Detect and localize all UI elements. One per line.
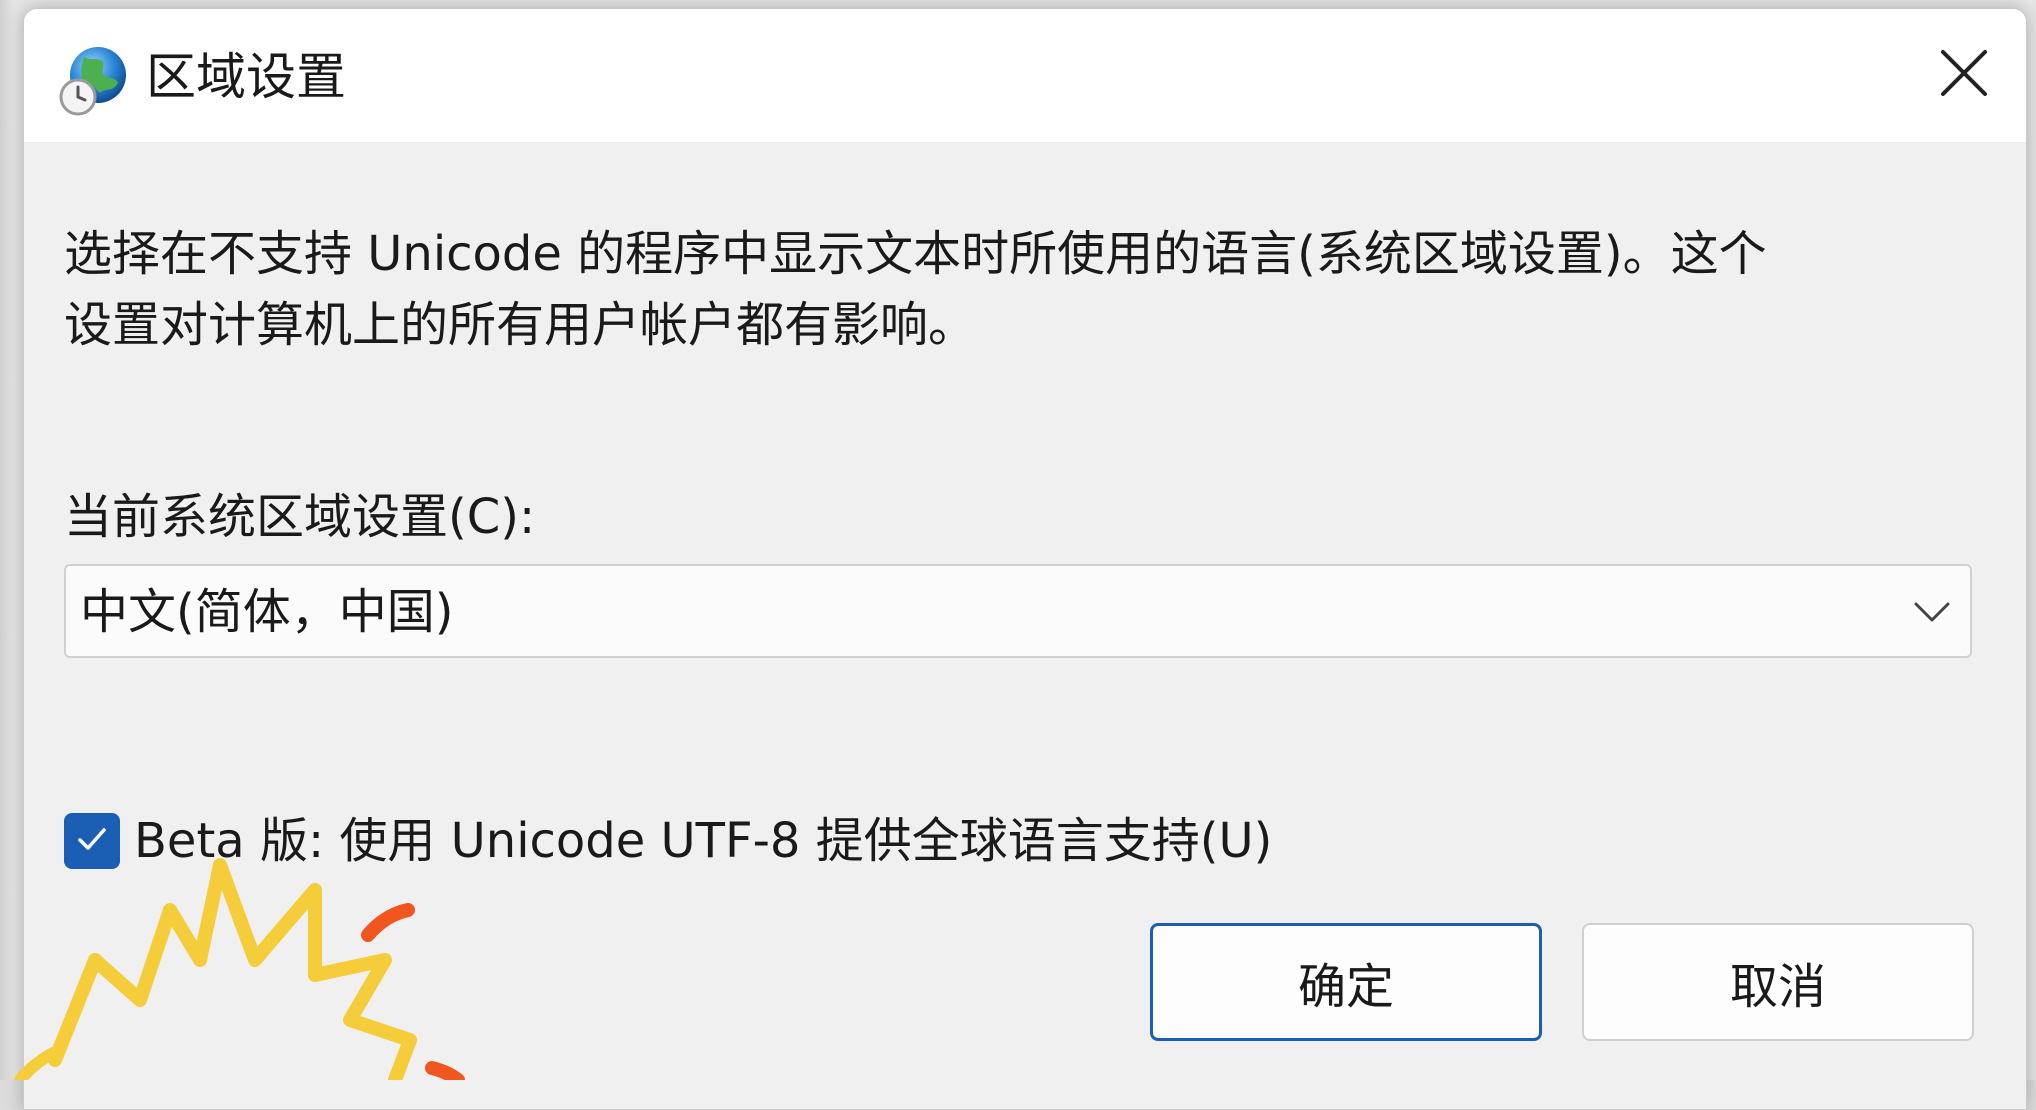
- checkmark-icon: [75, 822, 109, 860]
- current-locale-label: 当前系统区域设置(C):: [64, 489, 536, 545]
- close-icon: [1939, 48, 1989, 102]
- cancel-button[interactable]: 取消: [1582, 923, 1974, 1041]
- selected-locale-value: 中文(简体，中国): [80, 584, 454, 640]
- title-bar: 区域设置: [24, 9, 2026, 142]
- beta-utf8-option[interactable]: Beta 版: 使用 Unicode UTF-8 提供全球语言支持(U): [64, 809, 1272, 873]
- window-title: 区域设置: [146, 48, 346, 106]
- beta-utf8-label: Beta 版: 使用 Unicode UTF-8 提供全球语言支持(U): [134, 813, 1273, 869]
- close-button[interactable]: [1918, 29, 2010, 121]
- globe-clock-icon: [56, 43, 132, 119]
- system-locale-dropdown[interactable]: 中文(简体，中国): [64, 564, 1972, 658]
- ok-button[interactable]: 确定: [1150, 923, 1542, 1041]
- description-line-1: 选择在不支持 Unicode 的程序中显示文本时所使用的语言(系统区域设置)。这…: [64, 226, 1767, 282]
- region-settings-dialog: 区域设置 选择在不支持 Unicode 的程序中显示文本时所使用的语言(系统区域…: [23, 8, 2027, 1110]
- beta-utf8-checkbox[interactable]: [64, 813, 120, 869]
- description-text: 选择在不支持 Unicode 的程序中显示文本时所使用的语言(系统区域设置)。这…: [64, 219, 1964, 361]
- chevron-down-icon: [1912, 594, 1952, 630]
- description-line-2: 设置对计算机上的所有用户帐户都有影响。: [64, 297, 977, 353]
